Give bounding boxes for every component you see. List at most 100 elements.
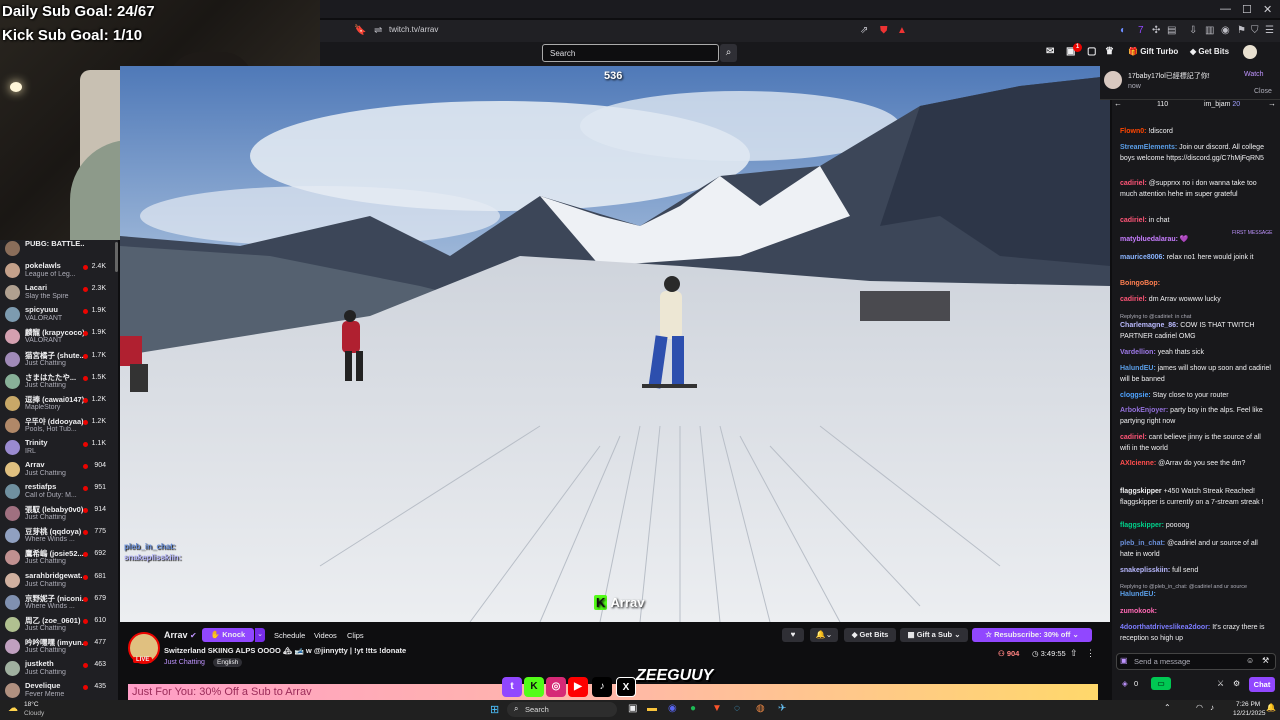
- sidebar-channel[interactable]: 猫宮橘子 (shute... Just Chatting 1.7K: [0, 349, 118, 371]
- taskbar-search[interactable]: Search: [507, 702, 617, 717]
- menu-icon[interactable]: ☰: [1265, 25, 1274, 36]
- minimize-icon[interactable]: —: [1220, 3, 1231, 15]
- wifi-icon[interactable]: ◠: [1196, 703, 1203, 712]
- chat-username[interactable]: BoingoBop:: [1120, 280, 1160, 287]
- video-player[interactable]: 536 K Arrav pleb_in_chat: snakeplisskiin…: [120, 66, 1110, 622]
- share-stream-icon[interactable]: ⇧: [1070, 648, 1078, 659]
- chat-username[interactable]: snakeplisskiin:: [1120, 567, 1170, 574]
- sidebar-scrollbar[interactable]: [115, 242, 118, 272]
- chat-username[interactable]: maurice8006:: [1120, 254, 1165, 261]
- stream-category[interactable]: Just Chatting: [164, 659, 205, 666]
- more-options-icon[interactable]: ⋮: [1086, 648, 1095, 659]
- chat-username[interactable]: cloggsie:: [1120, 392, 1151, 399]
- sidebar-channel[interactable]: pokelawls League of Leg... 2.4K: [0, 260, 118, 282]
- edge-icon[interactable]: ◌: [734, 703, 740, 714]
- share-icon[interactable]: ⇗: [860, 25, 868, 36]
- chat-expand-icon[interactable]: →: [1268, 99, 1276, 108]
- gift-turbo-button[interactable]: 🎁 Gift Turbo: [1128, 47, 1178, 56]
- sidebar-channel[interactable]: spicyuuu VALORANT 1.9K: [0, 304, 118, 326]
- notification-watch-button[interactable]: Watch: [1244, 71, 1264, 78]
- sidebar-channel[interactable]: さまはたたや... Just Chatting 1.5K: [0, 371, 118, 393]
- sidebar-channel[interactable]: 京野妮子 (niconi... Where Winds ... 679: [0, 592, 118, 614]
- task-view-icon[interactable]: ▣: [628, 703, 637, 714]
- search-input[interactable]: Search: [542, 44, 719, 62]
- chrome-icon[interactable]: ◍: [756, 703, 765, 714]
- sidebar-channel[interactable]: 麟寵 (krapycoco) VALORANT 1.9K: [0, 326, 118, 348]
- knock-dropdown-icon[interactable]: ⌄: [255, 628, 265, 642]
- chat-username[interactable]: StreamElements:: [1120, 144, 1177, 151]
- sidebar-channel[interactable]: 吟吟嘿嘿 (imyun... Just Chatting 477: [0, 636, 118, 658]
- sidebar-channel[interactable]: 鷹希嶋 (josie52... Just Chatting 692: [0, 547, 118, 569]
- chat-username[interactable]: flaggskipper: [1120, 488, 1162, 495]
- reading-list-icon[interactable]: ▤: [1167, 25, 1176, 36]
- chat-username[interactable]: cadiriel:: [1120, 434, 1147, 441]
- gift-a-sub-button[interactable]: ▦ Gift a Sub ⌄: [900, 628, 968, 642]
- search-button[interactable]: ⌕: [720, 44, 737, 62]
- whispers-icon[interactable]: ▢: [1087, 46, 1096, 57]
- resubscribe-button[interactable]: ☆ Resubscribe: 30% off ⌄: [972, 628, 1092, 642]
- channel-name[interactable]: Arrav: [164, 630, 188, 640]
- spotify-icon[interactable]: ●: [690, 703, 696, 714]
- emote-icon[interactable]: ⚒: [1262, 656, 1269, 665]
- sidebar-channel[interactable]: 逗捧 (cawai0147) MapleStory 1.2K: [0, 393, 118, 415]
- inbox-icon[interactable]: ✉: [1046, 46, 1054, 57]
- channel-points-icon[interactable]: ◈: [1122, 679, 1128, 688]
- chat-username[interactable]: flaggskipper:: [1120, 522, 1164, 529]
- chat-username[interactable]: ArbokEnjoyer:: [1120, 407, 1168, 414]
- url-field[interactable]: twitch.tv/arrav: [389, 25, 438, 34]
- follow-heart-icon[interactable]: ♥: [782, 628, 804, 642]
- sidebar-channel[interactable]: sarahbridgewat... Just Chatting 681: [0, 570, 118, 592]
- tab-schedule[interactable]: Schedule: [274, 631, 305, 640]
- extension-7tv-icon[interactable]: 7: [1138, 25, 1144, 36]
- sidebar-channel[interactable]: 周乙 (zoe_0601) Just Chatting 610: [0, 614, 118, 636]
- weather-icon[interactable]: ☁: [8, 703, 18, 714]
- notification-center-icon[interactable]: 🔔: [1266, 703, 1276, 712]
- get-bits-button[interactable]: ◆ Get Bits: [1190, 47, 1229, 56]
- sidebar-channel[interactable]: Develique Fever Meme 435: [0, 680, 118, 702]
- knock-button[interactable]: ✋ Knock: [202, 628, 254, 642]
- sidebar-toggle-icon[interactable]: ▥: [1205, 25, 1214, 36]
- chat-settings-icon[interactable]: ⚙: [1233, 679, 1240, 688]
- emote-picker-icon[interactable]: ☺: [1246, 656, 1254, 665]
- sub-offer-banner[interactable]: Just For You: 30% Off a Sub to Arrav: [128, 684, 1098, 700]
- sidebar-channel[interactable]: Lacari Slay the Spire 2.3K: [0, 282, 118, 304]
- chat-mod-icon[interactable]: ⚔: [1217, 679, 1224, 688]
- bonus-points-icon[interactable]: ▭: [1151, 677, 1171, 690]
- chat-username[interactable]: 4doorthatdriveslikea2door:: [1120, 624, 1210, 631]
- prime-icon[interactable]: ♛: [1105, 46, 1114, 57]
- chat-collapse-icon[interactable]: ←: [1114, 99, 1122, 108]
- sidebar-channel[interactable]: Arrav Just Chatting 904: [0, 459, 118, 481]
- tab-videos[interactable]: Videos: [314, 631, 337, 640]
- discord-icon[interactable]: ◉: [668, 703, 677, 714]
- sidebar-channel[interactable]: restiafps Call of Duty: M... 951: [0, 481, 118, 503]
- chat-username[interactable]: Vardellion:: [1120, 349, 1156, 356]
- sidebar-channel[interactable]: PUBG: BATTLE...: [0, 238, 118, 260]
- sidebar-channel[interactable]: 張馭 (lebaby0v0) Just Chatting 914: [0, 503, 118, 525]
- extension-alert-icon[interactable]: ▲: [897, 25, 907, 36]
- sidebar-channel[interactable]: Trinity IRL 1.1K: [0, 437, 118, 459]
- chat-username[interactable]: Charlemagne_86:: [1120, 322, 1178, 329]
- chat-username[interactable]: pleb_in_chat:: [1120, 540, 1165, 547]
- start-icon[interactable]: ⊞: [490, 703, 499, 716]
- tray-chevron-icon[interactable]: ⌃: [1164, 703, 1171, 712]
- file-explorer-icon[interactable]: ▬: [647, 703, 657, 714]
- extensions-puzzle-icon[interactable]: ✣: [1152, 25, 1160, 36]
- extension-shield-icon[interactable]: ⛊: [880, 25, 888, 36]
- sidebar-channel[interactable]: 豆芽桃 (qqdoya) Where Winds ... 775: [0, 525, 118, 547]
- downloads-icon[interactable]: ⇩: [1189, 25, 1197, 36]
- sidebar-channel[interactable]: 우뚜야 (ddooyaa) Pools, Hot Tub... 1.2K: [0, 415, 118, 437]
- chat-username[interactable]: cadiriel:: [1120, 217, 1147, 224]
- shield-icon[interactable]: ⛉: [1251, 25, 1259, 36]
- sidebar-channel[interactable]: justketh Just Chatting 463: [0, 658, 118, 680]
- notification-bell-icon[interactable]: 🔔⌄: [810, 628, 838, 642]
- language-tag[interactable]: English: [213, 658, 243, 667]
- chat-username[interactable]: AXIcienne:: [1120, 460, 1156, 467]
- maximize-icon[interactable]: ☐: [1242, 3, 1252, 16]
- profile-icon[interactable]: ◉: [1221, 25, 1230, 36]
- chat-username[interactable]: zumokook:: [1120, 608, 1157, 615]
- chat-username[interactable]: HalundEU:: [1120, 365, 1156, 372]
- volume-icon[interactable]: ♪: [1210, 703, 1214, 712]
- tab-clips[interactable]: Clips: [347, 631, 364, 640]
- chat-username[interactable]: Flown0:: [1120, 128, 1146, 135]
- site-settings-icon[interactable]: ⇌: [374, 25, 382, 36]
